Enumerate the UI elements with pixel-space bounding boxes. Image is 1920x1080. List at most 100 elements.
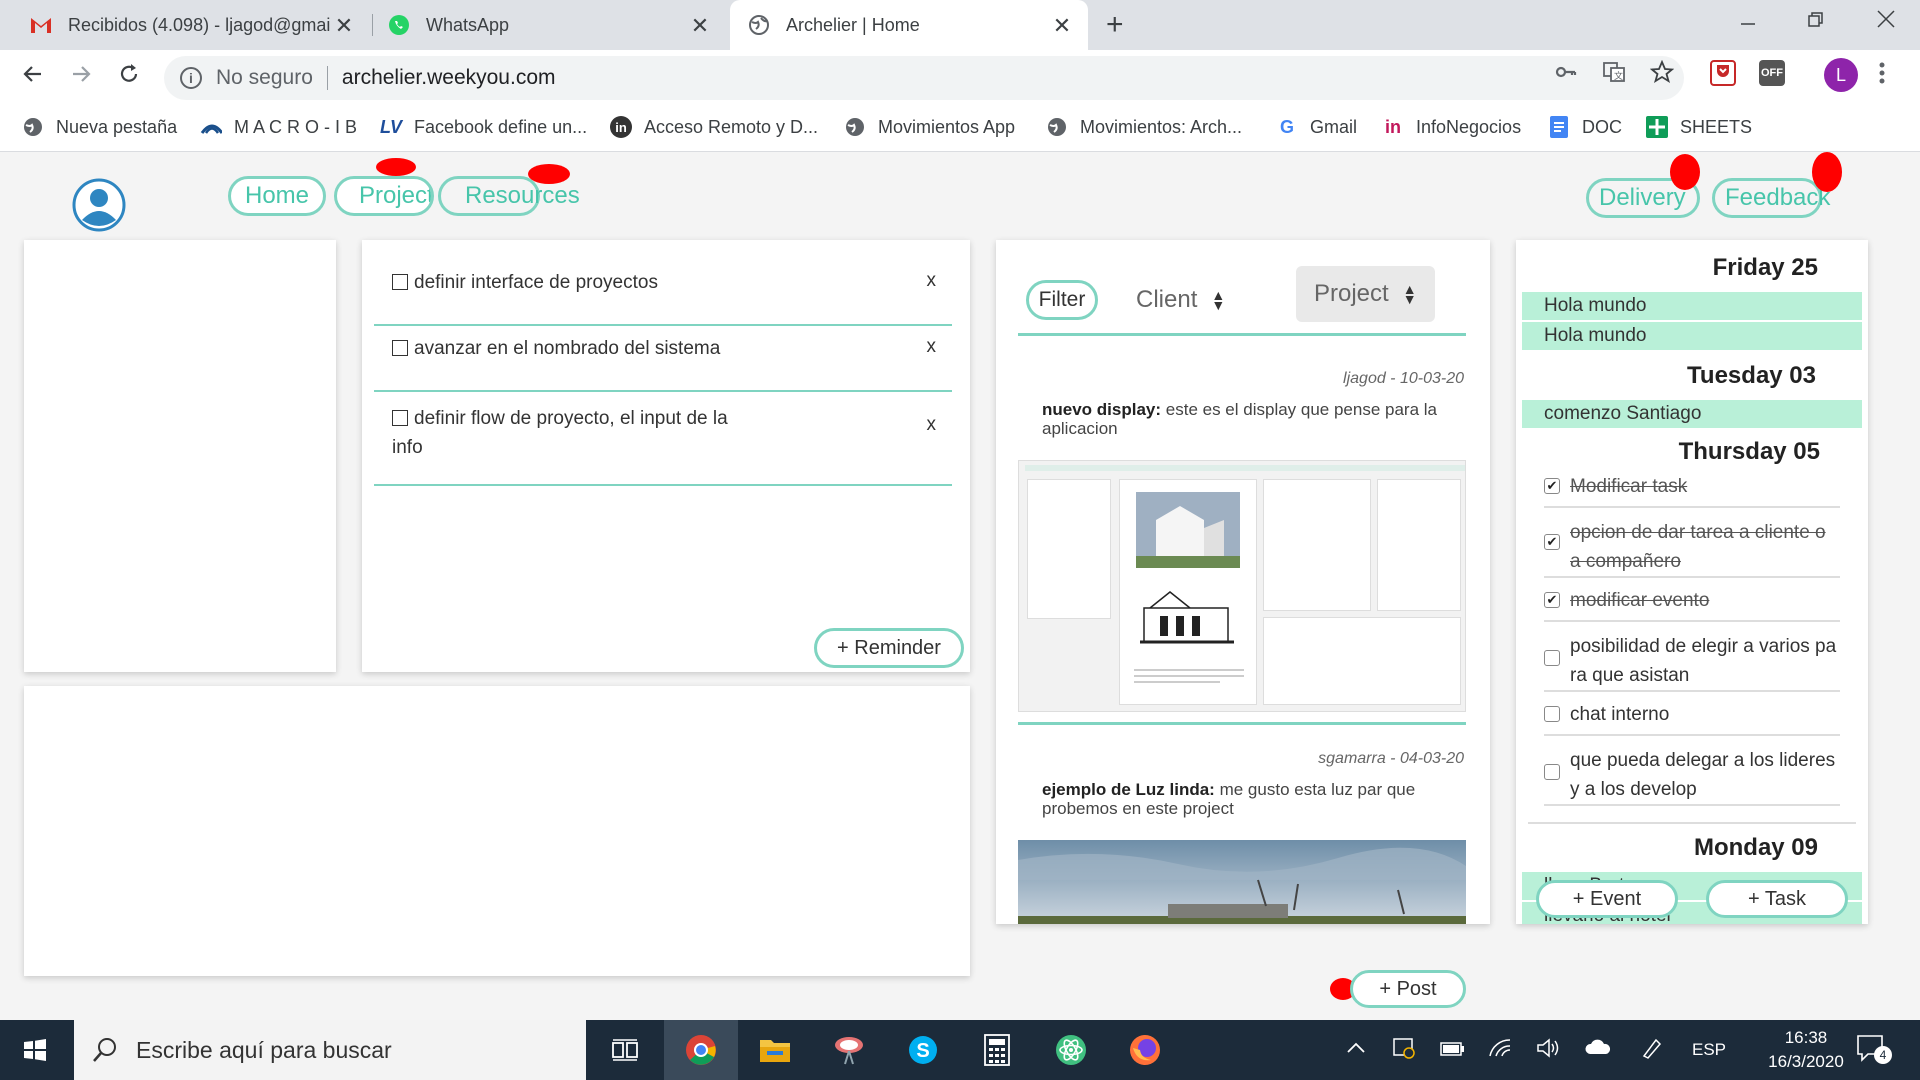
nav-feedback[interactable]: Feedback xyxy=(1712,178,1830,218)
bookmark-macro[interactable]: M A C R O - I B xyxy=(200,116,357,138)
forward-icon[interactable] xyxy=(64,62,98,93)
post-image-display[interactable] xyxy=(1018,460,1466,712)
address-bar[interactable]: i No seguro archelier.weekyou.com xyxy=(164,56,1684,100)
task-checkbox[interactable]: ✔ xyxy=(1544,478,1560,494)
nav-resources[interactable]: Resources xyxy=(438,176,580,216)
profile-avatar[interactable]: L xyxy=(1824,58,1858,92)
volume-icon[interactable] xyxy=(1536,1036,1560,1065)
bookmark-label: DOC xyxy=(1582,116,1622,137)
bookmark-infonegocios[interactable]: in InfoNegocios xyxy=(1382,116,1521,138)
divider xyxy=(1528,822,1856,824)
close-tab-icon[interactable]: ✕ xyxy=(1050,13,1074,39)
agenda-task: ✔ Modificar task xyxy=(1544,472,1840,508)
reload-icon[interactable] xyxy=(112,62,146,93)
close-window-icon[interactable] xyxy=(1866,8,1906,34)
task-checkbox[interactable] xyxy=(1544,706,1560,722)
remove-task-button[interactable]: x xyxy=(927,414,937,436)
security-label[interactable]: No seguro xyxy=(216,66,313,90)
task-text: que pueda delegar a los lideres y a los … xyxy=(1570,750,1836,800)
menu-icon[interactable] xyxy=(1878,60,1886,93)
app-area: Home Projects Resources Delivery Feedbac… xyxy=(0,152,1920,1020)
annotation-mark xyxy=(1812,152,1842,192)
add-event-button[interactable]: + Event xyxy=(1536,880,1678,918)
skype-icon[interactable]: S xyxy=(886,1020,960,1080)
calendar-event[interactable]: Hola mundo xyxy=(1522,322,1862,350)
notification-count: 4 xyxy=(1874,1046,1892,1064)
bookmark-gmail[interactable]: G Gmail xyxy=(1276,116,1357,138)
add-post-button[interactable]: + Post xyxy=(1350,970,1466,1008)
remove-task-button[interactable]: x xyxy=(927,270,937,292)
bookmark-facebook[interactable]: LV Facebook define un... xyxy=(380,116,587,138)
atom-icon[interactable] xyxy=(1034,1020,1108,1080)
task-checkbox[interactable] xyxy=(392,340,408,356)
notifications-icon[interactable]: 4 xyxy=(1856,1034,1892,1069)
task-checkbox[interactable]: ✔ xyxy=(1544,534,1560,550)
translate-icon[interactable]: 文 xyxy=(1602,60,1626,90)
key-icon[interactable] xyxy=(1554,60,1578,90)
tab-whatsapp[interactable]: WhatsApp ✕ xyxy=(372,0,726,50)
task-checkbox[interactable] xyxy=(1544,764,1560,780)
add-reminder-button[interactable]: + Reminder xyxy=(814,628,964,668)
info-icon[interactable]: i xyxy=(180,67,202,89)
new-tab-button[interactable]: + xyxy=(1106,8,1124,42)
show-hidden-icons[interactable] xyxy=(1346,1038,1366,1059)
close-tab-icon[interactable]: ✕ xyxy=(332,13,356,39)
task-checkbox[interactable] xyxy=(1544,650,1560,666)
task-checkbox[interactable] xyxy=(392,410,408,426)
minimize-icon[interactable] xyxy=(1728,8,1768,34)
bookmark-movimientos-arch[interactable]: Movimientos: Arch... xyxy=(1046,116,1242,138)
post-title: ejemplo de Luz linda: xyxy=(1042,780,1215,799)
task-checkbox[interactable]: ✔ xyxy=(1544,592,1560,608)
calendar-event[interactable]: comenzo Santiago xyxy=(1522,400,1862,428)
post-image-landscape[interactable] xyxy=(1018,840,1466,924)
bookmark-star-icon[interactable] xyxy=(1649,59,1675,90)
add-task-button[interactable]: + Task xyxy=(1706,880,1848,918)
task-view-icon[interactable] xyxy=(588,1020,662,1080)
tab-title: WhatsApp xyxy=(426,14,510,35)
restore-icon[interactable] xyxy=(1796,8,1836,34)
client-select[interactable]: Client ▲ ▼ xyxy=(1136,272,1225,328)
clock[interactable]: 16:38 16/3/2020 xyxy=(1756,1026,1856,1074)
nav-projects[interactable]: Projects xyxy=(334,176,434,216)
linkedin-icon: in xyxy=(610,116,632,138)
user-avatar-icon[interactable] xyxy=(72,178,126,232)
bookmark-acceso-remoto[interactable]: in Acceso Remoto y D... xyxy=(610,116,818,138)
tab-archelier[interactable]: Archelier | Home ✕ xyxy=(730,0,1088,50)
language-indicator[interactable]: ESP xyxy=(1692,1040,1726,1060)
pocket-extension-icon[interactable] xyxy=(1710,60,1736,86)
divider xyxy=(326,66,328,90)
off-extension-icon[interactable]: OFF xyxy=(1759,60,1785,86)
day-heading: Friday 25 xyxy=(1712,254,1818,281)
task-text: definir flow de proyecto, el input de la… xyxy=(392,408,728,458)
task-checkbox[interactable] xyxy=(392,274,408,290)
bookmark-nueva-pestana[interactable]: Nueva pestaña xyxy=(22,116,177,138)
bookmark-movimientos-app[interactable]: Movimientos App xyxy=(844,116,1015,138)
chrome-icon[interactable] xyxy=(664,1020,738,1080)
remove-task-button[interactable]: x xyxy=(927,336,937,358)
tab-gmail[interactable]: Recibidos (4.098) - ljagod@gmail ✕ xyxy=(0,0,370,50)
taskbar-search[interactable]: Escribe aquí para buscar xyxy=(74,1020,586,1080)
agenda-task: posibilidad de elegir a varios para que … xyxy=(1544,632,1840,692)
meet-now-icon[interactable] xyxy=(1392,1036,1416,1065)
close-tab-icon[interactable]: ✕ xyxy=(688,13,712,39)
wifi-icon[interactable] xyxy=(1488,1036,1512,1065)
calculator-icon[interactable] xyxy=(960,1020,1034,1080)
windows-start-icon[interactable] xyxy=(0,1020,70,1080)
battery-icon[interactable] xyxy=(1440,1038,1466,1063)
firefox-icon[interactable] xyxy=(1108,1020,1182,1080)
bookmark-label: Facebook define un... xyxy=(414,116,588,137)
filter-button[interactable]: Filter xyxy=(1026,280,1098,320)
file-explorer-icon[interactable] xyxy=(738,1020,812,1080)
back-icon[interactable] xyxy=(16,62,50,93)
calendar-event[interactable]: Hola mundo xyxy=(1522,292,1862,320)
bookmark-doc[interactable]: DOC xyxy=(1548,116,1622,138)
pen-icon[interactable] xyxy=(1640,1036,1664,1065)
nav-home[interactable]: Home xyxy=(228,176,326,216)
project-select[interactable]: Project ▲ ▼ xyxy=(1296,266,1435,322)
bookmark-sheets[interactable]: SHEETS xyxy=(1646,116,1752,138)
sketch-app-icon[interactable] xyxy=(812,1020,886,1080)
landscape-photo-icon xyxy=(1018,840,1466,924)
tab-title: Archelier | Home xyxy=(786,14,920,35)
url-text[interactable]: archelier.weekyou.com xyxy=(342,66,556,90)
onedrive-icon[interactable] xyxy=(1584,1038,1612,1061)
